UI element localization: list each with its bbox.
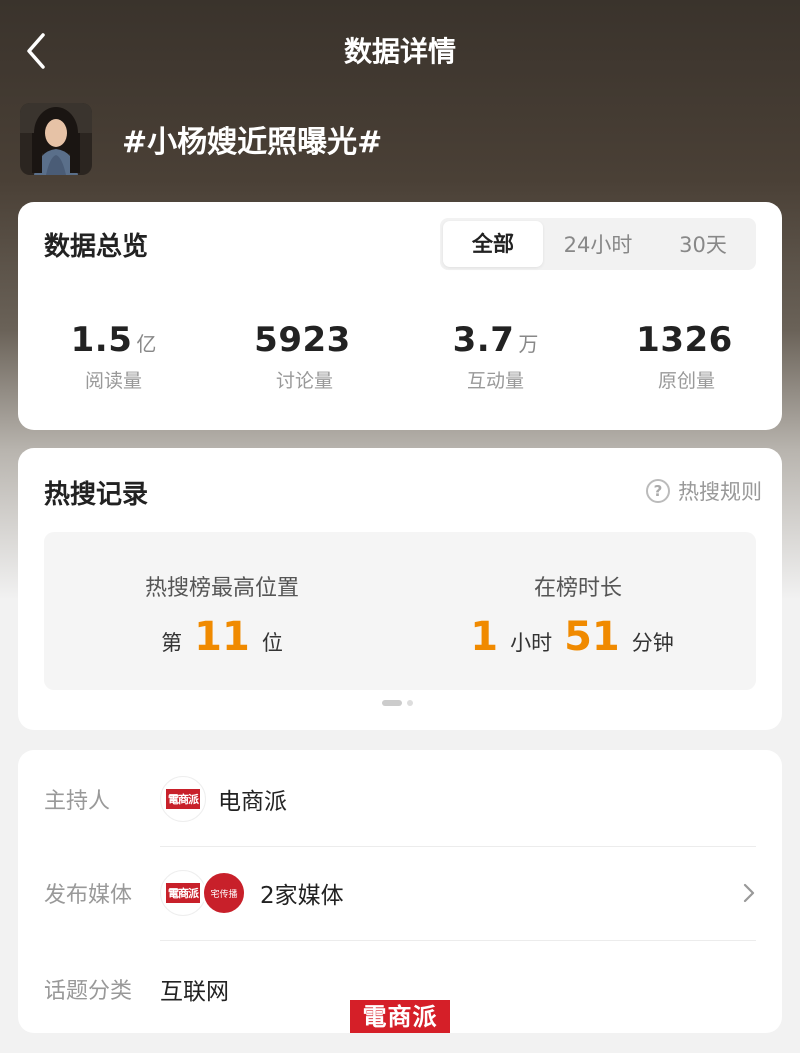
page-dot <box>407 700 413 706</box>
tab-30d[interactable]: 30天 <box>653 229 753 259</box>
tab-all[interactable]: 全部 <box>443 221 543 267</box>
stat-value: 5923 <box>254 320 351 360</box>
chevron-right-icon <box>743 883 755 903</box>
host-label: 主持人 <box>44 789 111 814</box>
peak-value: 11 <box>194 614 250 660</box>
divider <box>160 846 756 847</box>
page-title: 数据详情 <box>343 35 456 68</box>
time-range-tabs: 全部 24小时 30天 <box>440 218 756 270</box>
stat-value: 1326 <box>636 320 733 360</box>
stat-label: 原创量 <box>657 370 715 392</box>
host-name[interactable]: 电商派 <box>218 782 287 816</box>
media-row[interactable]: 发布媒体 電商派 宅传播 2家媒体 <box>44 868 756 918</box>
duration-minutes-unit: 分钟 <box>631 631 674 655</box>
time-on-list: 在榜时长 1 小时 51 分钟 <box>400 532 756 690</box>
peak-label: 热搜榜最高位置 <box>144 576 299 601</box>
media-logo-2-text: 宅传播 <box>210 889 238 900</box>
duration-hours-unit: 小时 <box>510 631 553 655</box>
stats-row: 1.5 亿 阅读量 5923 讨论量 3.7 万 互动量 1326 原创量 <box>18 320 782 393</box>
media-logo-1: 電商派 <box>160 870 206 916</box>
category-value: 互联网 <box>160 979 229 1005</box>
peak-prefix: 第 <box>161 631 183 655</box>
tab-24h[interactable]: 24小时 <box>543 229 653 259</box>
duration-hours: 1 <box>470 614 499 660</box>
top-bar: 数据详情 <box>0 0 800 100</box>
divider <box>160 940 756 941</box>
stat-discussions: 5923 讨论量 <box>209 320 400 393</box>
host-row: 主持人 電商派 电商派 <box>44 774 756 824</box>
category-label: 话题分类 <box>44 979 133 1004</box>
duration-minutes: 51 <box>564 614 620 660</box>
host-logo-text: 電商派 <box>166 789 200 809</box>
stat-unit: 万 <box>518 332 539 356</box>
topic-info-card: 主持人 電商派 电商派 发布媒体 電商派 宅传播 2家媒体 话题分类 互联网 <box>18 750 782 1033</box>
duration-label: 在榜时长 <box>533 576 622 601</box>
stat-label: 互动量 <box>466 370 524 392</box>
watermark-logo: 電商派 <box>350 1000 450 1033</box>
media-logo-2: 宅传播 <box>202 871 246 915</box>
overview-card: 数据总览 全部 24小时 30天 1.5 亿 阅读量 5923 讨论量 3.7 万 … <box>18 202 782 430</box>
stat-value: 1.5 <box>70 320 133 360</box>
stat-unit: 亿 <box>136 332 157 356</box>
page-indicator <box>382 700 413 706</box>
peak-position: 热搜榜最高位置 第 11 位 <box>44 532 400 690</box>
media-label: 发布媒体 <box>44 883 133 908</box>
topic-title: #小杨嫂近照曝光# <box>122 125 383 160</box>
stat-interactions: 3.7 万 互动量 <box>400 320 591 393</box>
hot-search-title: 热搜记录 <box>44 480 149 510</box>
page-dot-active <box>382 700 402 706</box>
hot-search-stats: 热搜榜最高位置 第 11 位 在榜时长 1 小时 51 分钟 <box>44 532 756 690</box>
stat-reads: 1.5 亿 阅读量 <box>18 320 209 393</box>
rules-label: 热搜规则 <box>678 480 762 504</box>
topic-header: #小杨嫂近照曝光# <box>20 102 382 176</box>
hot-search-card: 热搜记录 ? 热搜规则 热搜榜最高位置 第 11 位 在榜时长 1 小时 51 … <box>18 448 782 730</box>
stat-label: 阅读量 <box>84 370 142 392</box>
overview-title: 数据总览 <box>44 232 149 262</box>
hot-search-rules-link[interactable]: ? 热搜规则 <box>646 476 762 506</box>
host-logo[interactable]: 電商派 <box>160 776 206 822</box>
media-count: 2家媒体 <box>260 883 344 909</box>
peak-suffix: 位 <box>261 631 283 655</box>
media-logo-text: 電商派 <box>166 883 200 903</box>
stat-value: 3.7 <box>452 320 515 360</box>
stat-originals: 1326 原创量 <box>591 320 782 393</box>
help-icon: ? <box>646 479 670 503</box>
stat-label: 讨论量 <box>275 370 333 392</box>
topic-avatar[interactable] <box>20 103 92 175</box>
